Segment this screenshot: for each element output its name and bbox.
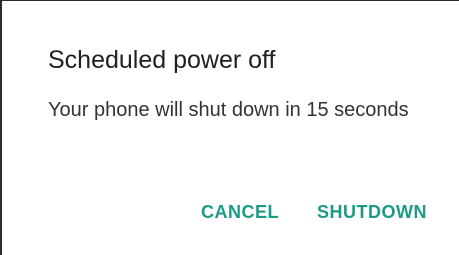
cancel-button[interactable]: CANCEL <box>201 198 279 227</box>
dialog-actions: CANCEL SHUTDOWN <box>201 198 427 227</box>
screen: Scheduled power off Your phone will shut… <box>0 0 459 255</box>
shutdown-button[interactable]: SHUTDOWN <box>317 198 427 227</box>
power-off-dialog: Scheduled power off Your phone will shut… <box>2 1 459 255</box>
dialog-title: Scheduled power off <box>48 46 276 74</box>
dialog-message: Your phone will shut down in 15 seconds <box>48 99 409 121</box>
